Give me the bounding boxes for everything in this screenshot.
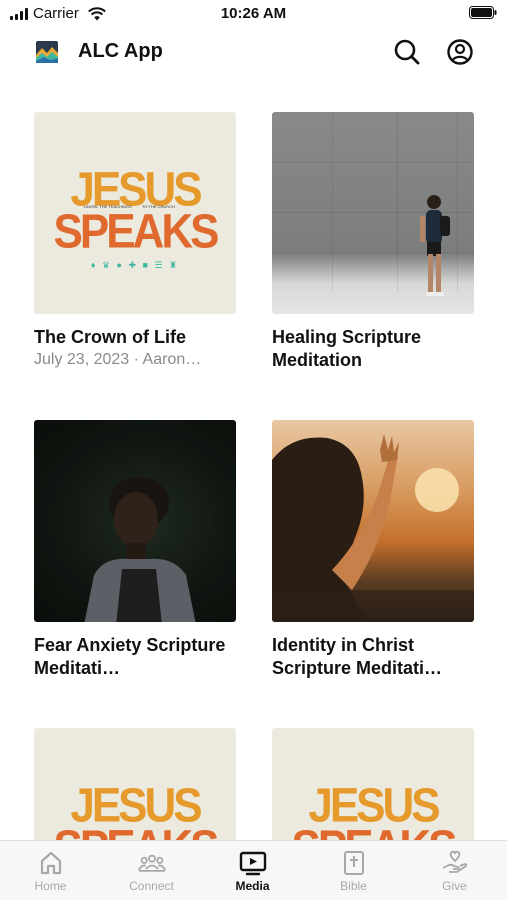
tab-home[interactable]: Home bbox=[0, 841, 101, 900]
media-grid: JESUS SPEAKS UNVEIL THE TEACHINGS TO THE… bbox=[34, 112, 474, 840]
search-icon bbox=[394, 39, 420, 65]
profile-button[interactable] bbox=[445, 37, 475, 67]
bottom-tab-bar: Home Connect Media Bible Give bbox=[0, 840, 507, 900]
media-card-identity-in-christ[interactable]: Identity in Christ Scripture Meditati… bbox=[272, 420, 474, 680]
tv-play-icon bbox=[239, 849, 267, 877]
card-title: Healing Scripture Meditation bbox=[272, 327, 422, 370]
artwork-symbols: ♦ ♛ ● ✚ ■ ☰ ♜ bbox=[90, 260, 180, 270]
status-time: 10:26 AM bbox=[220, 5, 287, 22]
jesus-speaks-artwork: JESUS SPEAKS UNVEIL THE TEACHINGS TO THE… bbox=[34, 112, 236, 314]
person-silhouette bbox=[420, 195, 450, 296]
app-title: ALC App bbox=[78, 40, 163, 62]
give-hand-icon bbox=[441, 849, 469, 877]
bible-icon bbox=[340, 849, 368, 877]
tab-label: Bible bbox=[340, 879, 367, 893]
tab-connect[interactable]: Connect bbox=[101, 841, 202, 900]
card-title: Fear Anxiety Scripture Meditati… bbox=[34, 635, 226, 678]
card-title: The Crown of Life bbox=[34, 327, 186, 347]
status-bar: Carrier 10:26 AM bbox=[0, 0, 507, 28]
woman-in-dark-photo bbox=[34, 420, 236, 622]
media-card-jesus-speaks-5[interactable]: JESUS SPEAKS bbox=[34, 728, 236, 840]
card-subtitle: July 23, 2023 · Aaron… bbox=[34, 351, 202, 368]
sunset-silhouette bbox=[272, 434, 474, 622]
battery-icon bbox=[469, 6, 497, 19]
tab-label: Give bbox=[442, 879, 467, 893]
artwork-word-speaks: SPEAKS bbox=[53, 204, 220, 259]
search-button[interactable] bbox=[392, 37, 422, 67]
media-card-crown-of-life[interactable]: JESUS SPEAKS UNVEIL THE TEACHINGS TO THE… bbox=[34, 112, 236, 370]
man-by-wall-photo bbox=[272, 112, 474, 314]
group-icon bbox=[137, 849, 166, 877]
artwork-small-text-left: UNVEIL THE TEACHINGS bbox=[84, 204, 132, 209]
tab-label: Media bbox=[235, 879, 270, 893]
tab-label: Home bbox=[34, 879, 67, 893]
tab-label: Connect bbox=[129, 879, 174, 893]
artwork-word-speaks: SPEAKS bbox=[34, 823, 236, 840]
woman-at-sunset-photo bbox=[272, 420, 474, 622]
mountain-logo-icon bbox=[36, 41, 58, 63]
jesus-speaks-artwork: JESUS SPEAKS bbox=[272, 728, 474, 840]
home-icon bbox=[37, 849, 65, 877]
media-card-fear-anxiety[interactable]: Fear Anxiety Scripture Meditati… bbox=[34, 420, 236, 680]
portrait-silhouette bbox=[84, 477, 196, 622]
tab-media[interactable]: Media bbox=[202, 841, 303, 900]
artwork-small-text-right: TO THE CHURCH bbox=[142, 204, 175, 209]
media-card-jesus-speaks-6[interactable]: JESUS SPEAKS bbox=[272, 728, 474, 840]
user-circle-icon bbox=[447, 39, 473, 65]
tab-bible[interactable]: Bible bbox=[303, 841, 404, 900]
jesus-speaks-artwork: JESUS SPEAKS bbox=[34, 728, 236, 840]
tab-give[interactable]: Give bbox=[404, 841, 505, 900]
media-card-healing-scripture[interactable]: Healing Scripture Meditation bbox=[272, 112, 474, 372]
app-header: ALC App bbox=[0, 28, 507, 78]
card-title: Identity in Christ Scripture Meditati… bbox=[272, 635, 443, 678]
artwork-word-speaks: SPEAKS bbox=[272, 823, 474, 840]
